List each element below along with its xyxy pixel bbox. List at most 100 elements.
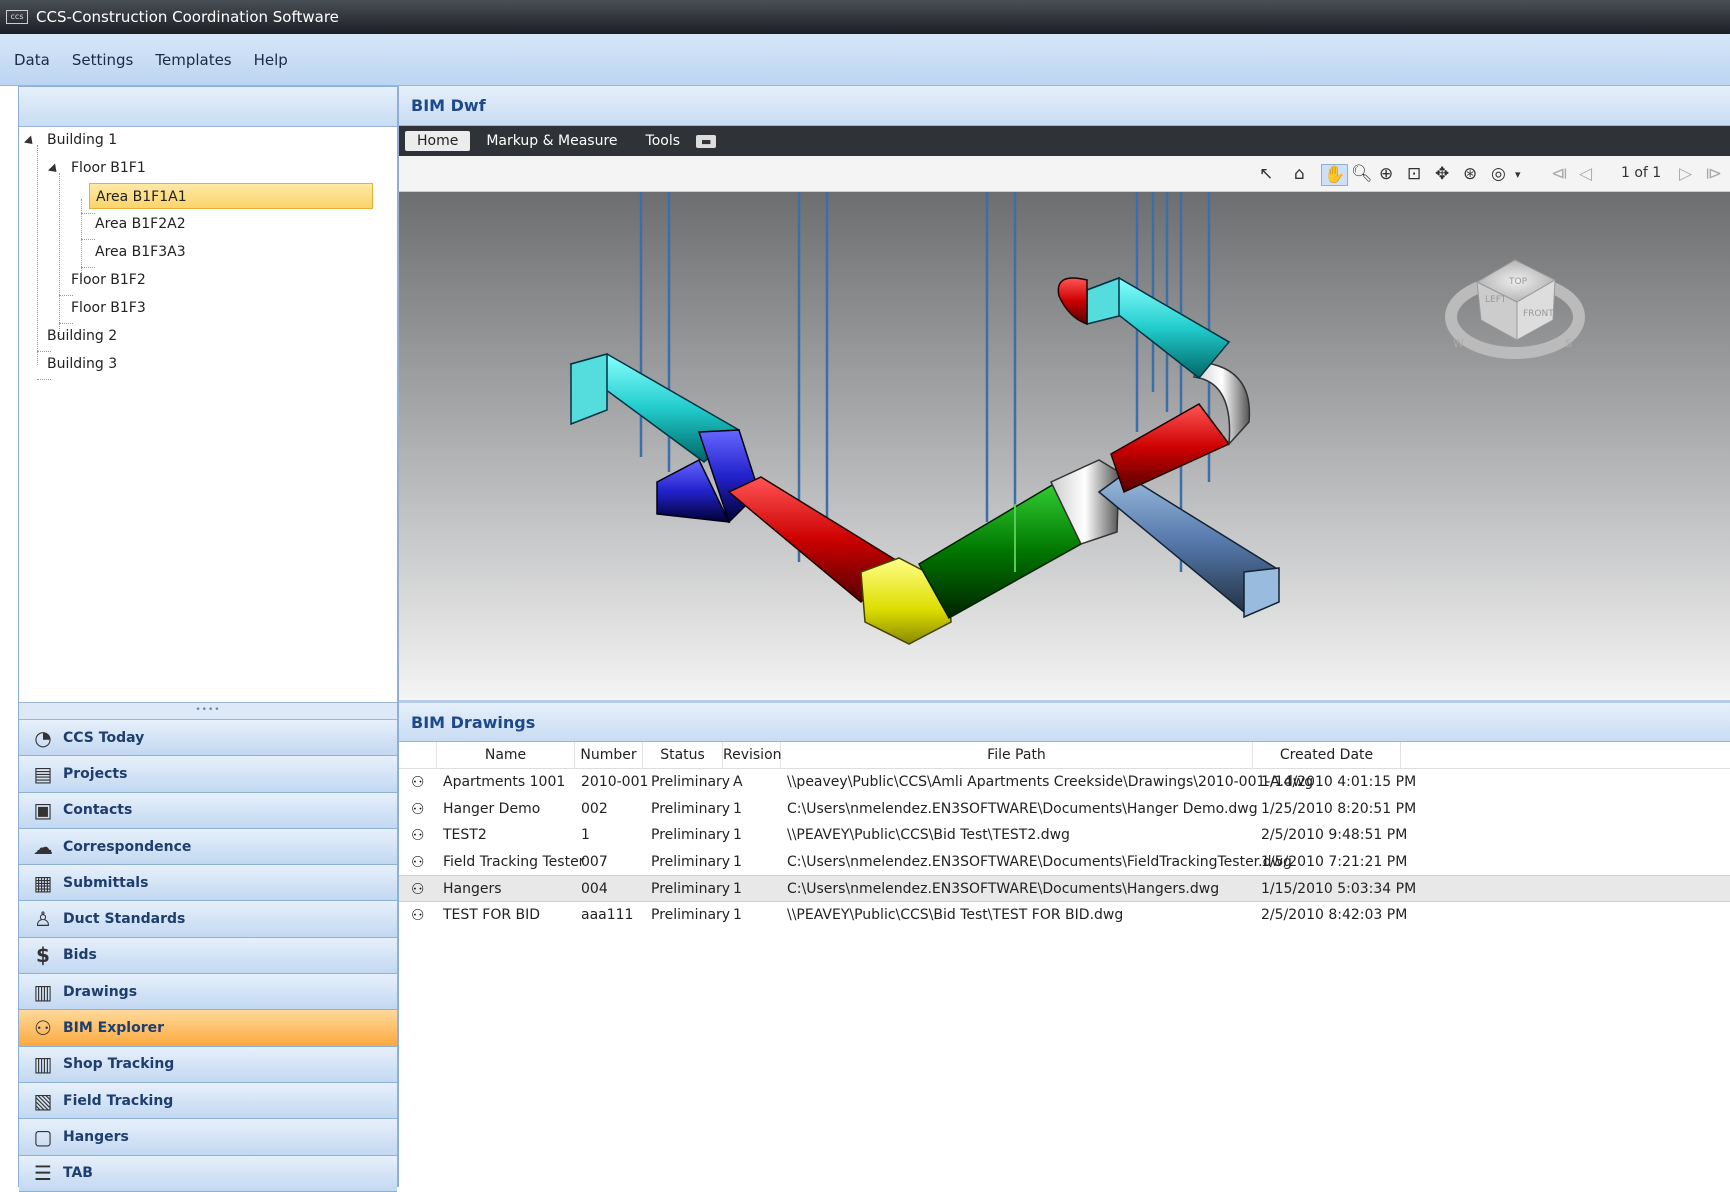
nav-contacts[interactable]: ▣ Contacts [19,792,397,829]
tab-icon: ☰ [34,1161,52,1186]
cell-file-path: \\PEAVEY\Public\CCS\Bid Test\TEST2.dwg [787,827,1070,843]
left-pane: Building 1 Floor B1F1 Area B1F1A1 Area B… [18,86,398,1192]
page-indicator: 1 of 1 [1621,165,1662,181]
binoculars-icon[interactable]: ⚇ [411,906,424,924]
nav-field-tracking[interactable]: ▧ Field Tracking [19,1082,397,1120]
cell-file-path: C:\Users\nmelendez.EN3SOFTWARE\Documents… [787,800,1258,817]
zoom-window-icon[interactable]: ⊕ [1379,164,1393,184]
last-page-icon[interactable]: ⧐ [1705,164,1722,184]
binoculars-icon[interactable]: ⚇ [411,826,424,844]
nav-label: Duct Standards [63,911,186,928]
project-tree: Building 1 Floor B1F1 Area B1F1A1 Area B… [19,127,397,702]
ribbon-collapse-icon[interactable]: ▬ [696,134,717,148]
column-header-number[interactable]: Number [575,742,643,769]
menu-templates[interactable]: Templates [155,51,231,69]
cell-revision: 1 [733,827,742,843]
cell-revision: 1 [733,881,742,897]
nav-label: Submittals [63,874,149,891]
table-row[interactable]: ⚇ Field Tracking Tester 007 Preliminary … [399,849,1730,876]
first-page-icon[interactable]: ⧏ [1551,164,1568,184]
table-row[interactable]: ⚇ TEST FOR BID aaa111 Preliminary 1 \\PE… [399,902,1730,929]
nav-correspondence[interactable]: ☁ Correspondence [19,828,397,866]
nav-shop-tracking[interactable]: ▥ Shop Tracking [19,1046,397,1083]
menu-bar: Data Settings Templates Help [0,34,1730,86]
cell-status: Preliminary [651,774,731,790]
splitter-grip[interactable]: •••• [19,702,397,720]
bim-3d-viewport[interactable]: TOP LEFT FRONT W S [399,192,1730,700]
viewcube-icon[interactable]: TOP LEFT FRONT W S [1445,259,1585,359]
tree-node-floor-b1f3[interactable]: Floor B1F3 [71,295,146,321]
home-view-icon[interactable]: ⌂ [1294,164,1305,184]
menu-data[interactable]: Data [14,51,50,69]
cell-created-date: 2/5/2010 8:42:03 PM [1261,906,1408,923]
duct-model: TOP LEFT FRONT W S [569,192,1585,645]
tree-node-building-1[interactable]: Building 1 [47,127,117,153]
cell-file-path: \\PEAVEY\Public\CCS\Bid Test\TEST FOR BI… [787,906,1124,923]
submittals-icon: ▦ [33,870,53,895]
fit-to-window-icon[interactable]: ⊡ [1407,164,1421,184]
nav-label: Shop Tracking [63,1056,175,1073]
column-header-name[interactable]: Name [437,742,575,769]
tree-node-floor-b1f1[interactable]: Floor B1F1 [71,155,146,181]
cell-created-date: 1/5/2010 7:21:21 PM [1261,853,1408,870]
cell-number: aaa111 [581,906,634,923]
nav-projects[interactable]: ▤ Projects [19,756,397,793]
cell-file-path: C:\Users\nmelendez.EN3SOFTWARE\Documents… [787,853,1292,870]
previous-page-icon[interactable]: ◁ [1579,164,1592,184]
binoculars-icon[interactable]: ⚇ [411,773,424,791]
dropdown-arrow-icon[interactable]: ▾ [1515,168,1521,181]
field-tracking-icon: ▧ [33,1088,53,1113]
binoculars-icon[interactable]: ⚇ [411,853,424,871]
cell-status: Preliminary [651,853,731,870]
tab-home[interactable]: Home [405,131,471,151]
table-row[interactable]: ⚇ Apartments 1001 2010-001 Preliminary A… [399,769,1730,796]
steering-wheel-icon[interactable]: ◎ [1491,164,1506,184]
cell-status: Preliminary [651,827,731,843]
menu-help[interactable]: Help [254,51,288,69]
nav-ccs-today[interactable]: ◔ CCS Today [19,720,397,757]
binoculars-icon[interactable]: ⚇ [411,800,424,818]
tab-markup-measure[interactable]: Markup & Measure [474,131,629,151]
orbit-icon[interactable]: ✥ [1435,164,1449,184]
tree-node-building-3[interactable]: Building 3 [47,351,117,377]
nav-panel: ◔ CCS Today ▤ Projects ▣ Contacts ☁ Correspo… [19,720,397,1192]
column-header-file-path[interactable]: File Path [781,742,1253,769]
viewer-title: BIM Dwf [399,86,1730,126]
expand-arrow-building-1[interactable] [23,135,37,148]
cell-created-date: 1/15/2010 5:03:34 PM [1261,881,1417,897]
select-icon[interactable]: ↖ [1259,164,1273,184]
column-header-revision[interactable]: Revision [723,742,782,769]
nav-bim-explorer[interactable]: ⚇ BIM Explorer [19,1010,397,1047]
binoculars-icon[interactable]: ⚇ [411,880,424,898]
pan-hand-icon[interactable]: ✋ [1321,164,1349,186]
turn-icon[interactable]: ⊛ [1463,164,1477,184]
cell-revision: 1 [733,800,742,817]
nav-hangers[interactable]: ▢ Hangers [19,1119,397,1156]
nav-bids[interactable]: $ Bids [19,937,397,975]
svg-text:S: S [1565,337,1572,350]
tree-node-floor-b1f2[interactable]: Floor B1F2 [71,267,146,293]
clock-icon: ◔ [34,725,52,750]
table-row-highlighted[interactable]: ⚇ Hangers 004 Preliminary 1 C:\Users\nme… [399,875,1730,902]
tree-node-area-b1f2a2[interactable]: Area B1F2A2 [95,211,186,237]
tree-node-area-b1f1a1[interactable]: Area B1F1A1 [89,183,373,209]
next-page-icon[interactable]: ▷ [1679,164,1692,184]
nav-duct-standards[interactable]: ♙ Duct Standards [19,901,397,938]
duct-standards-icon: ♙ [34,907,52,932]
table-row[interactable]: ⚇ Hanger Demo 002 Preliminary 1 C:\Users… [399,796,1730,823]
nav-submittals[interactable]: ▦ Submittals [19,865,397,902]
cell-number: 004 [581,881,608,897]
zoom-icon[interactable]: 🔍︎ [1351,164,1373,184]
tree-node-building-2[interactable]: Building 2 [47,323,117,349]
tab-tools[interactable]: Tools [634,131,693,151]
cell-name: TEST2 [443,827,487,843]
column-header-status[interactable]: Status [643,742,723,769]
nav-label: Correspondence [63,838,192,855]
menu-settings[interactable]: Settings [72,51,134,69]
nav-tab[interactable]: ☰ TAB [19,1155,397,1192]
binoculars-icon: ⚇ [34,1016,52,1041]
tree-node-area-b1f3a3[interactable]: Area B1F3A3 [95,239,186,265]
table-row[interactable]: ⚇ TEST2 1 Preliminary 1 \\PEAVEY\Public\… [399,822,1730,849]
column-header-created-date[interactable]: Created Date [1253,742,1401,769]
nav-drawings[interactable]: ▥ Drawings [19,974,397,1011]
